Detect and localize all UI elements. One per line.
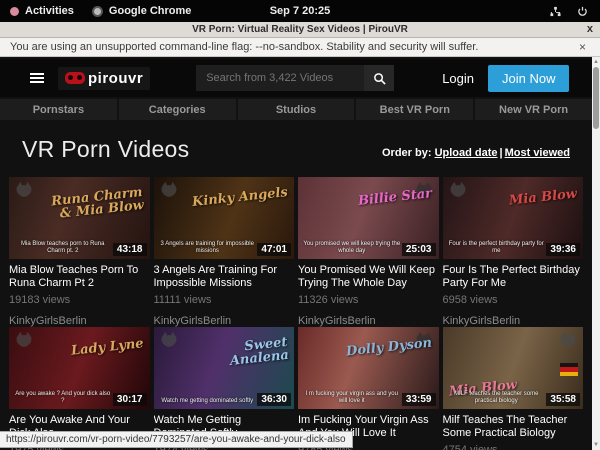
studio-cat-icon [447,180,469,200]
join-now-button[interactable]: Join Now [488,65,569,92]
duration-badge: 47:01 [257,243,291,256]
status-url-bar: https://pirouvr.com/vr-porn-video/779325… [0,431,353,448]
hamburger-menu-icon[interactable] [30,71,44,85]
browser-viewport: pirouvr Login Join Now Pornstars Categor… [0,57,600,450]
video-card: Billie Star You promised we will keep tr… [298,177,439,327]
video-views: 19183 views [9,294,150,306]
video-thumbnail[interactable]: Runa Charm & Mia Blow Mia Blow teaches p… [9,177,150,259]
window-close-icon[interactable]: x [587,23,593,35]
order-most-viewed-link[interactable]: Most viewed [505,147,570,159]
duration-badge: 33:59 [402,393,436,406]
page-title: VR Porn Videos [22,136,189,163]
video-title[interactable]: Four Is The Perfect Birthday Party For M… [443,264,584,290]
clock[interactable]: Sep 7 20:25 [0,5,600,17]
video-thumbnail[interactable]: Lady Lyne Are you awake ? And your dick … [9,327,150,409]
search-button[interactable] [364,65,394,91]
thumbnail-overlay-title: Mia Blow [508,187,577,207]
scrollbar-up-icon[interactable]: ▲ [592,57,600,67]
studio-cat-icon [158,180,180,200]
video-studio-link[interactable]: KinkyGirlsBerlin [443,315,584,327]
window-titlebar: VR Porn: Virtual Reality Sex Videos | Pi… [0,22,600,38]
duration-badge: 39:36 [546,243,580,256]
video-card: Kinky Angels 3 Angels are training for i… [154,177,295,327]
thumbnail-caption: You promised we will keep trying the who… [303,241,401,255]
scrollbar-thumb[interactable] [593,67,599,129]
thumbnail-caption: MILF teaches the teacher some practical … [448,391,546,405]
scrollbar-down-icon[interactable]: ▼ [592,440,600,450]
nav-item-pornstars[interactable]: Pornstars [0,99,117,120]
nav-item-studios[interactable]: Studios [238,99,355,120]
scrollbar[interactable]: ▲ ▼ [592,57,600,450]
video-studio-link[interactable]: KinkyGirlsBerlin [9,315,150,327]
window-title: VR Porn: Virtual Reality Sex Videos | Pi… [192,24,408,35]
site-logo[interactable]: pirouvr [58,67,150,90]
studio-cat-icon [557,330,579,350]
order-by-controls: Order by: Upload date|Most viewed [382,147,570,163]
video-studio-link[interactable]: KinkyGirlsBerlin [298,315,439,327]
video-card: Runa Charm & Mia Blow Mia Blow teaches p… [9,177,150,327]
logo-text: pirouvr [88,70,143,87]
studio-cat-icon [13,330,35,350]
nav-item-new-vr-porn[interactable]: New VR Porn [475,99,592,120]
duration-badge: 30:17 [113,393,147,406]
video-card: Mia Blow Four is the perfect birthday pa… [443,177,584,327]
site-header: pirouvr Login Join Now [0,59,592,97]
video-thumbnail[interactable]: Sweet Analena Watch me getting dominated… [154,327,295,409]
search-bar [196,65,394,91]
studio-cat-icon [158,330,180,350]
network-icon[interactable] [550,6,561,17]
video-thumbnail[interactable]: Mia Blow Four is the perfect birthday pa… [443,177,584,259]
warning-close-icon[interactable]: × [579,40,590,54]
video-title[interactable]: Mia Blow Teaches Porn To Runa Charm Pt 2 [9,264,150,290]
warning-message: You are using an unsupported command-lin… [10,41,478,53]
duration-badge: 25:03 [402,243,436,256]
video-grid: Runa Charm & Mia Blow Mia Blow teaches p… [0,163,592,450]
thumbnail-caption: Mia Blow teaches porn to Runa Charm pt. … [14,241,112,255]
video-title[interactable]: Milf Teaches The Teacher Some Practical … [443,414,584,440]
duration-badge: 43:18 [113,243,147,256]
thumbnail-overlay-title: Dolly Dyson [346,337,433,359]
duration-badge: 35:58 [546,393,580,406]
video-views: 4754 views [443,444,584,450]
video-card: Mia Blow MILF teaches the teacher some p… [443,327,584,450]
thumbnail-overlay-title: Runa Charm & Mia Blow [44,186,145,222]
power-icon[interactable] [577,6,588,17]
order-upload-date-link[interactable]: Upload date [435,147,498,159]
system-top-bar: Activities Google Chrome Sep 7 20:25 [0,0,600,22]
studio-cat-icon [13,180,35,200]
video-title[interactable]: You Promised We Will Keep Trying The Who… [298,264,439,290]
video-studio-link[interactable]: KinkyGirlsBerlin [154,315,295,327]
german-flag-icon [560,363,578,376]
video-views: 11111 views [154,294,295,306]
order-separator: | [498,147,505,159]
video-thumbnail[interactable]: Kinky Angels 3 Angels are training for i… [154,177,295,259]
nav-item-categories[interactable]: Categories [119,99,236,120]
main-nav: Pornstars Categories Studios Best VR Por… [0,99,592,120]
duration-badge: 36:30 [257,393,291,406]
thumbnail-caption: 3 Angels are training for impossible mis… [159,241,257,255]
thumbnail-caption: Watch me getting dominated softly [159,398,257,405]
video-thumbnail[interactable]: Dolly Dyson I m fucking your virgin ass … [298,327,439,409]
warning-infobar: You are using an unsupported command-lin… [0,38,600,57]
thumbnail-overlay-title: Billie Star [358,187,433,208]
video-thumbnail[interactable]: Billie Star You promised we will keep tr… [298,177,439,259]
thumbnail-caption: Are you awake ? And your dick also ? [14,391,112,405]
search-input[interactable] [196,65,364,91]
nav-item-best-vr-porn[interactable]: Best VR Porn [356,99,473,120]
thumbnail-caption: I m fucking your virgin ass and you will… [303,391,401,405]
thumbnail-caption: Four is the perfect birthday party for m… [448,241,546,255]
screen: Activities Google Chrome Sep 7 20:25 VR … [0,0,600,450]
order-by-label: Order by: [382,147,432,159]
thumbnail-overlay-title: Kinky Angels [192,186,289,209]
thumbnail-overlay-title: Lady Lyne [70,337,144,358]
video-thumbnail[interactable]: Mia Blow MILF teaches the teacher some p… [443,327,584,409]
vr-goggles-icon [65,72,85,84]
login-link[interactable]: Login [442,71,474,86]
video-title[interactable]: 3 Angels Are Training For Impossible Mis… [154,264,295,290]
video-views: 6958 views [443,294,584,306]
video-views: 11326 views [298,294,439,306]
thumbnail-overlay-title: Sweet Analena [189,336,290,372]
search-icon [373,72,386,85]
